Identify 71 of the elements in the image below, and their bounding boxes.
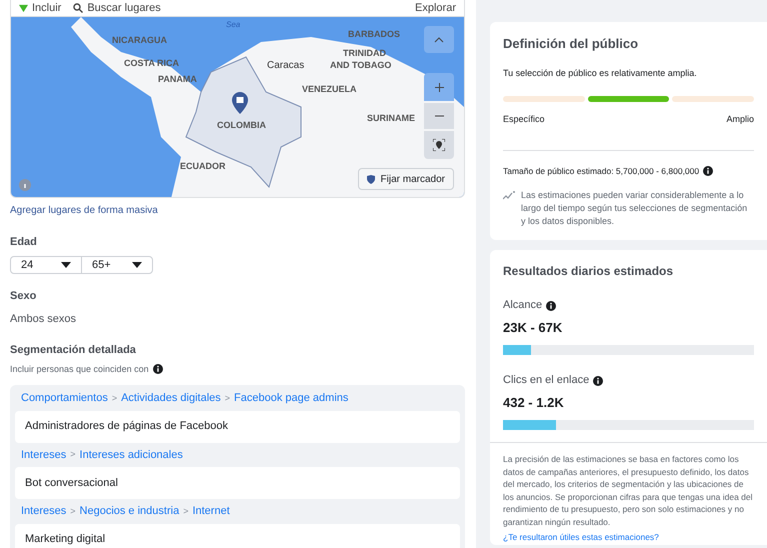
feedback-link[interactable]: ¿Te resultaron útiles estas estimaciones? [503,531,754,544]
breadcrumb-link[interactable]: Negocios e industria [80,503,180,520]
caret-icon [61,262,71,268]
section-label: Segmentación detallada [10,343,137,358]
age-min-dropdown[interactable]: 24 [11,256,82,273]
section-label: Sexo [10,289,38,304]
info-icon [152,364,163,374]
targeting-item[interactable]: Administradores de páginas de Facebook [15,410,460,442]
map-label: COSTA RICA [124,57,179,70]
breadcrumb-separator: > [224,392,230,404]
targeting-item[interactable]: Bot conversacional [15,467,460,499]
locate-icon [433,139,445,151]
info-icon [593,376,604,386]
caret-icon [132,262,142,268]
map-label: COLOMBIA [217,119,266,132]
info-icon [546,300,556,310]
chevron-up-icon [434,36,444,42]
card-title: Definición del público [503,35,640,53]
targeting-item[interactable]: Marketing digital [15,524,460,548]
shield-icon [366,174,375,184]
map-label: BARBADOS [348,28,400,41]
metric-label: Clics en el enlace [503,373,590,388]
dropdown-value: 65+ [92,258,111,272]
map-label: TRINIDAD [343,47,386,60]
breadcrumb-link[interactable]: Internet [192,503,230,520]
estimate-note: Las estimaciones pueden variar considerablemente a lo largo del tiempo según tus selecciones de segmentación y los datos disponibles. [521,189,748,228]
metric-value: 23K - 67K [503,318,564,337]
map-label: Caracas [267,59,304,73]
metric-label: Alcance [503,298,542,314]
audience-size: Tamaño de público estimado: 5,700,000 - 6,800,000 [503,164,700,178]
meter-label: Específico [503,113,545,126]
plus-icon [434,82,444,92]
breadcrumb-link[interactable]: Intereses adicionales [80,446,183,463]
map-label: NICARAGUA [112,34,167,47]
location-mode-dropdown[interactable]: Incluir [19,0,62,16]
breadcrumb-separator: > [70,504,76,518]
info-icon [703,166,714,176]
set-marker-button[interactable]: Fijar marcador [358,168,454,190]
gender-value: Ambos sexos [10,312,78,326]
search-field[interactable]: Buscar lugares [73,0,404,16]
trend-icon [503,191,515,200]
location-pin-icon [232,92,248,114]
breadcrumb-link[interactable]: Comportamientos [21,390,108,406]
age-max-dropdown[interactable]: 65+ [82,256,152,273]
bulk-add-link[interactable]: Agregar lugares de forma masiva [10,203,465,218]
metric-value: 432 - 1.2K [503,394,565,412]
map-label: ECUADOR [180,160,226,173]
breadcrumb-link[interactable]: Facebook page admins [234,390,348,406]
explore-link[interactable]: Explorar [415,0,456,16]
dropdown-value: 24 [21,258,34,272]
breadcrumb-separator: > [70,448,76,461]
breadcrumb-link[interactable]: Actividades digitales [121,390,221,406]
card-title: Resultados diarios estimados [502,263,674,280]
map-label: SURINAME [367,112,416,125]
info-icon[interactable] [19,179,31,191]
breadcrumb-link[interactable]: Intereses [21,446,66,463]
meter-label: Amplio [726,113,754,126]
breadcrumb-separator: > [183,504,188,518]
section-label: Edad [10,235,38,250]
locate-button[interactable] [424,131,454,159]
disclaimer-text: La precisión de las estimaciones se basa en factores como los datos de campañas anteriores, el presupuesto definido, los datos del mercado, los criterios de segmentación y las ubicaciones de los anuncios. Se proporcionan cifras para que tengas una idea del rendimiento de tu presupuesto, pero son solo estimaciones y no garantizan ningún resultado. [503,453,754,528]
minus-icon [434,115,444,117]
map-label: AND TOBAGO [330,59,392,72]
breadcrumb-link[interactable]: Intereses [21,503,66,520]
map-label: Sea [226,19,240,31]
breadcrumb-separator: > [112,392,118,404]
include-hint: Incluir personas que coinciden con [10,362,149,376]
search-icon [73,3,84,13]
zoom-in-button[interactable] [424,73,454,101]
map-label: VENEZUELA [302,83,357,96]
audience-summary: Tu selección de público es relativamente amplia. [503,66,698,80]
